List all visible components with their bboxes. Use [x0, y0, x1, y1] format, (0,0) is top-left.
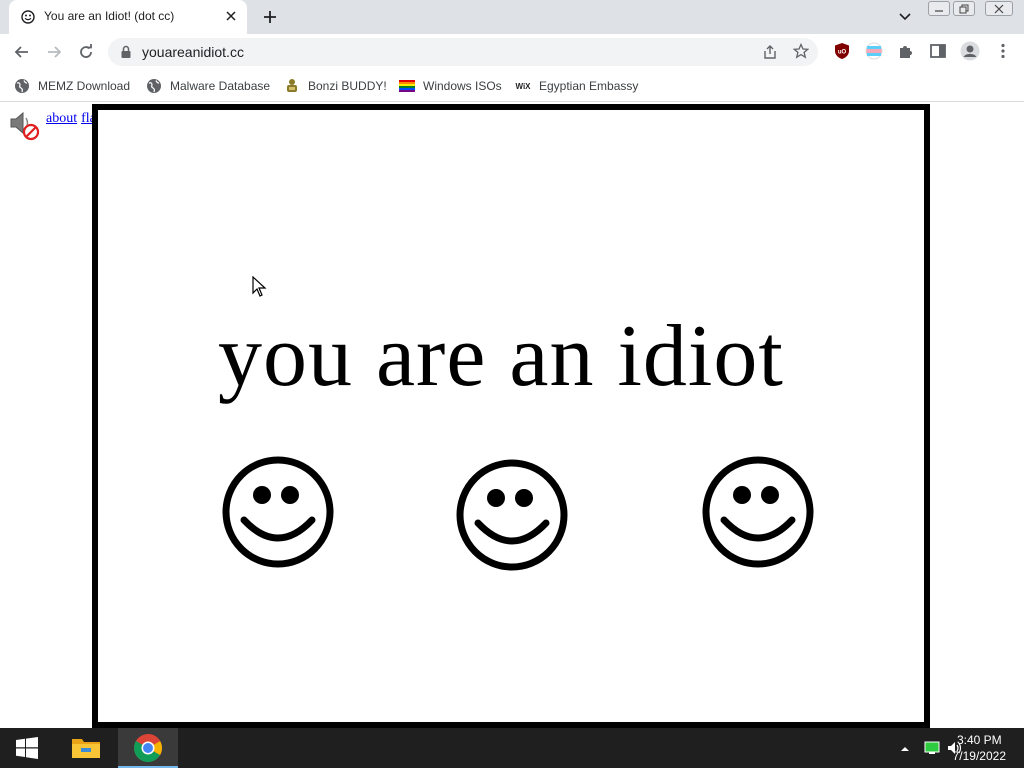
about-link[interactable]: about: [46, 111, 77, 126]
close-icon: [994, 4, 1004, 14]
bookmark-windows-isos[interactable]: Windows ISOs: [399, 70, 502, 101]
speaker-muted-icon[interactable]: [8, 109, 40, 141]
mouse-cursor-icon: [252, 276, 267, 297]
back-icon[interactable]: [13, 43, 31, 61]
smiley-icon: [21, 10, 35, 24]
bookmark-label: Bonzi BUDDY!: [308, 78, 387, 93]
file-explorer-icon: [72, 739, 100, 758]
clock-time: 3:40 PM: [956, 733, 1002, 747]
forward-icon[interactable]: [45, 43, 63, 61]
restore-button[interactable]: [953, 1, 975, 16]
wix-icon: WiX: [515, 82, 531, 91]
sidepanel-icon[interactable]: [929, 42, 947, 60]
restore-icon: [959, 4, 969, 14]
chrome-icon: [134, 734, 162, 762]
bookmarks-bar: MEMZ Download Malware Database Bonzi BUD…: [0, 70, 1024, 102]
chevron-down-icon[interactable]: [898, 11, 912, 23]
bookmark-label: Malware Database: [170, 78, 271, 93]
ublock-icon[interactable]: uO: [833, 42, 851, 60]
lock-icon[interactable]: [120, 45, 132, 59]
bookmark-malware-database[interactable]: Malware Database: [146, 70, 270, 101]
browser-tab[interactable]: You are an Idiot! (dot cc): [9, 0, 247, 34]
svg-text:WiX: WiX: [515, 82, 531, 91]
chevron-up-icon[interactable]: [900, 745, 910, 753]
svg-text:uO: uO: [838, 50, 847, 56]
tab-strip: You are an Idiot! (dot cc): [0, 0, 1024, 34]
menu-icon[interactable]: [994, 42, 1012, 60]
clock[interactable]: 3:40 PM 7/19/2022: [953, 732, 1006, 764]
headline: you are an idiot: [218, 308, 784, 405]
bookmark-bonzi-buddy[interactable]: Bonzi BUDDY!: [284, 70, 387, 101]
bookmark-label: Windows ISOs: [423, 78, 502, 93]
smiley-icon: [222, 456, 334, 568]
close-tab-icon[interactable]: [225, 10, 237, 22]
new-tab-icon[interactable]: [262, 9, 278, 25]
file-explorer-button[interactable]: [56, 728, 116, 768]
bookmark-egyptian-embassy[interactable]: WiX Egyptian Embassy: [515, 70, 638, 101]
address-bar[interactable]: youareanidiot.cc: [108, 38, 818, 66]
rainbow-flag-icon: [399, 79, 415, 92]
globe-icon: [15, 78, 29, 93]
puzzle-icon[interactable]: [897, 42, 915, 60]
bookmark-label: Egyptian Embassy: [539, 78, 639, 93]
flag-icon[interactable]: [865, 42, 883, 60]
smiley-icon: [702, 456, 814, 568]
reload-icon[interactable]: [77, 43, 95, 61]
bonzi-icon: [287, 78, 297, 92]
taskbar: 3:40 PM 7/19/2022: [0, 728, 1024, 768]
tab-title: You are an Idiot! (dot cc): [44, 9, 175, 23]
minimize-icon: [935, 10, 943, 12]
bookmark-memz-download[interactable]: MEMZ Download: [14, 70, 130, 101]
content-frame: you are an idiot: [92, 104, 930, 728]
share-icon[interactable]: [762, 44, 778, 60]
system-tray: 3:40 PM 7/19/2022: [874, 728, 1024, 768]
bookmark-label: MEMZ Download: [38, 78, 131, 93]
web-page: aboutflash you are an idiot: [0, 103, 1024, 728]
start-button[interactable]: [0, 728, 54, 768]
start-icon: [16, 737, 38, 759]
globe-icon: [147, 78, 161, 93]
bookmark-star-icon[interactable]: [793, 43, 809, 59]
chrome-taskbar-button[interactable]: [118, 728, 178, 768]
network-icon[interactable]: [924, 741, 940, 755]
profile-icon[interactable]: [960, 41, 980, 61]
close-window-button[interactable]: [985, 1, 1013, 16]
clock-date: 7/19/2022: [952, 749, 1006, 763]
smiley-icon: [456, 459, 568, 571]
url-text: youareanidiot.cc: [142, 44, 244, 60]
minimize-button[interactable]: [928, 1, 950, 16]
